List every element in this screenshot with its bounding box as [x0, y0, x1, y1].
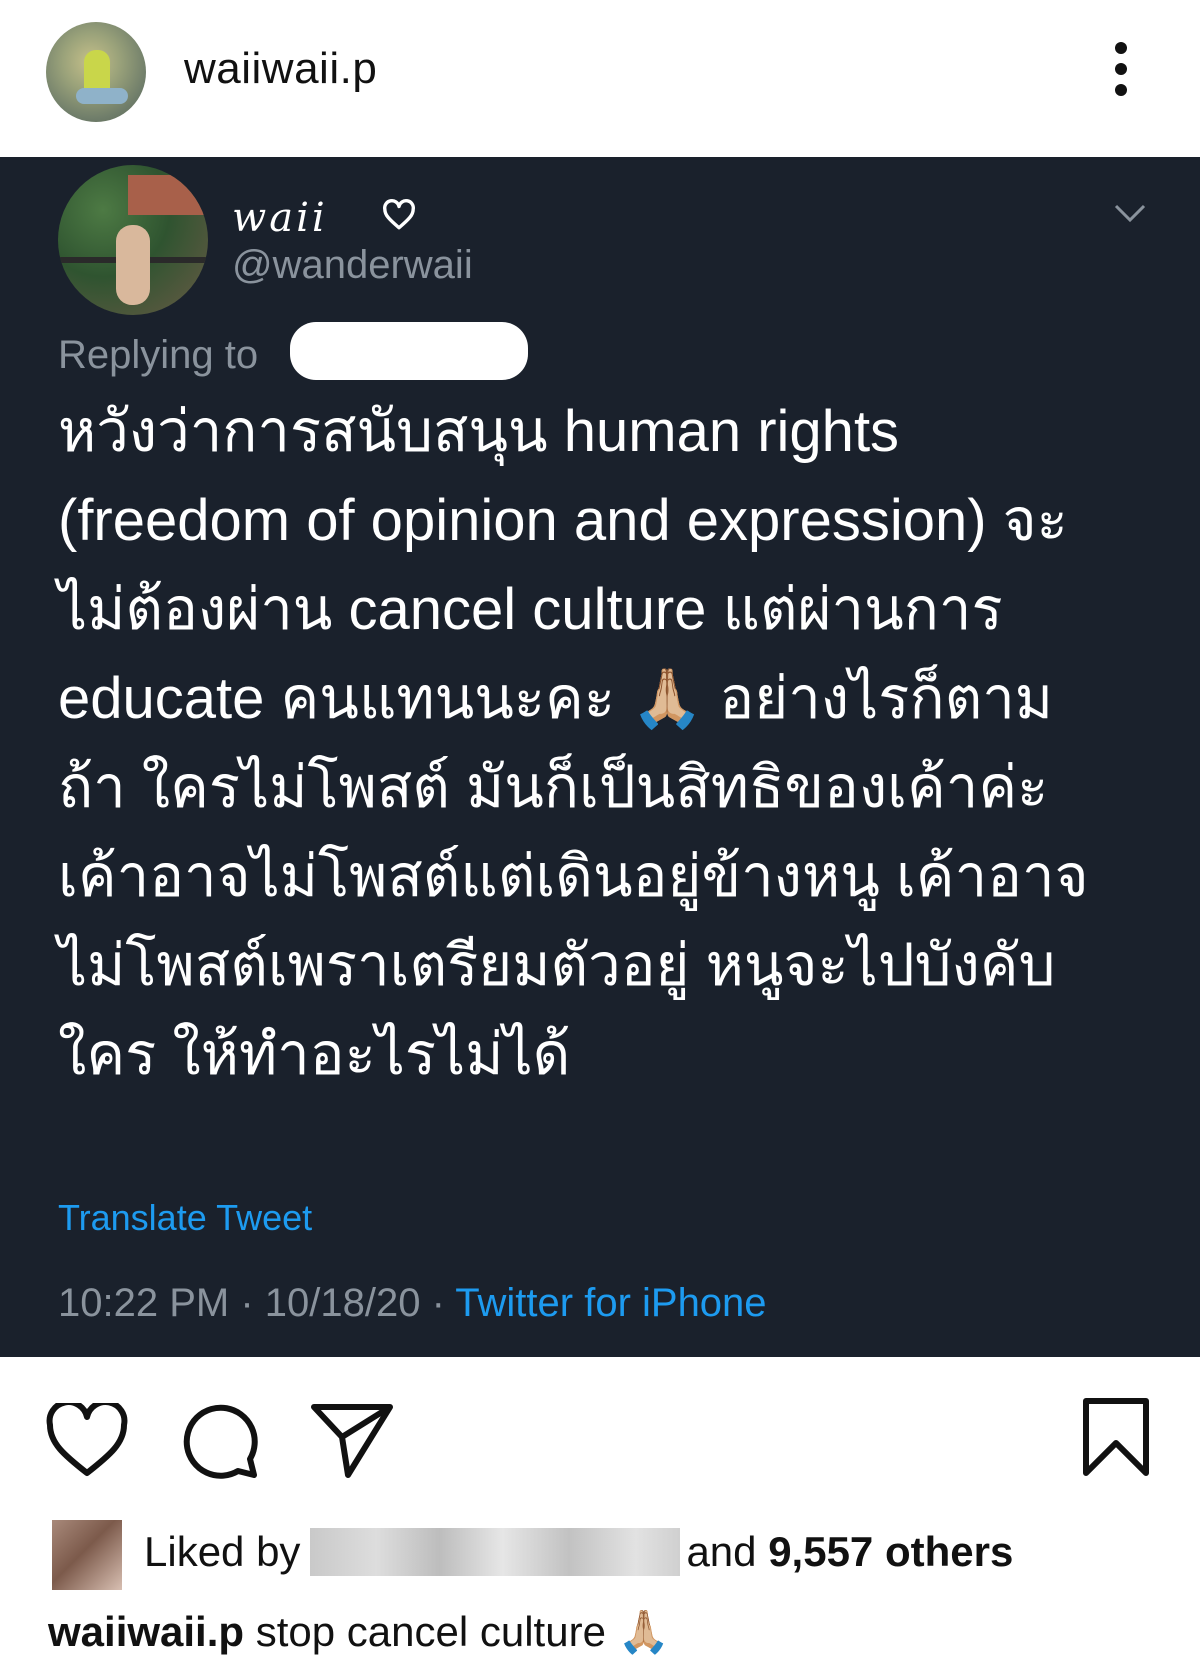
like-icon[interactable]: [46, 1403, 128, 1477]
post-header: waiiwaii.p: [0, 0, 1200, 157]
tweet-line: educate คนแทนนะคะ 🙏🏼 อย่างไรก็ตาม: [58, 666, 1054, 731]
action-bar: [0, 1357, 1200, 1497]
likes-and-label: and: [686, 1528, 757, 1575]
tweet-avatar: [58, 165, 208, 315]
redacted-username: [290, 322, 528, 380]
likes-summary[interactable]: Liked by and 9,557 others: [144, 1528, 1013, 1576]
replying-to-label: Replying to: [58, 333, 259, 377]
bookmark-icon[interactable]: [1080, 1395, 1152, 1479]
caption-text: stop cancel culture 🙏🏼: [255, 1608, 670, 1655]
tweet-line: ไม่ต้องผ่าน cancel culture แต่ผ่านการ: [58, 577, 1003, 642]
tweet-metadata: 10:22 PM · 10/18/20 · Twitter for iPhone: [58, 1281, 767, 1326]
liker-avatar[interactable]: [52, 1520, 122, 1590]
blurred-liker-name: [310, 1528, 681, 1576]
translate-tweet-link: Translate Tweet: [58, 1197, 313, 1238]
tweet-image: waii @wanderwaii Replying to หวังว่าการส…: [0, 157, 1200, 1357]
tweet-line: (freedom of opinion and expression) จะ: [58, 488, 1068, 553]
heart-icon: [383, 199, 415, 230]
tweet-handle: @wanderwaii: [232, 243, 473, 287]
tweet-line: เค้าอาจไม่โพสต์แต่เดินอยู่ข้างหนู เค้าอา…: [58, 844, 1089, 909]
tweet-line: ถ้า ใครไม่โพสต์ มันก็เป็นสิทธิของเค้าค่ะ: [58, 755, 1049, 820]
tweet-display-name: waii: [232, 195, 328, 241]
avatar-figure-legs: [76, 88, 128, 104]
chevron-down-icon: [1114, 204, 1146, 223]
share-icon[interactable]: [310, 1401, 394, 1479]
tweet-line: ใคร ให้ทำอะไรไม่ได้: [58, 1022, 571, 1087]
avatar-roof: [128, 175, 208, 215]
more-vertical-icon[interactable]: [1106, 40, 1136, 100]
likes-count[interactable]: 9,557 others: [768, 1528, 1013, 1575]
post-username[interactable]: waiiwaii.p: [184, 44, 377, 94]
tweet-line: ไม่โพสต์เพราเตรียมตัวอยู่ หนูจะไปบังคับ: [58, 933, 1056, 998]
tweet-timestamp: 10:22 PM · 10/18/20 ·: [58, 1281, 445, 1325]
comment-icon[interactable]: [180, 1401, 258, 1479]
tweet-body: หวังว่าการสนับสนุน human rights (freedom…: [58, 387, 1158, 1099]
tweet-line: หวังว่าการสนับสนุน human rights: [58, 399, 900, 464]
avatar-person: [116, 225, 150, 305]
tweet-client: Twitter for iPhone: [455, 1281, 767, 1325]
profile-avatar[interactable]: [46, 22, 146, 122]
liked-by-label: Liked by: [144, 1528, 301, 1575]
post-caption: waiiwaii.p stop cancel culture 🙏🏼: [48, 1608, 670, 1657]
caption-username[interactable]: waiiwaii.p: [48, 1608, 244, 1655]
